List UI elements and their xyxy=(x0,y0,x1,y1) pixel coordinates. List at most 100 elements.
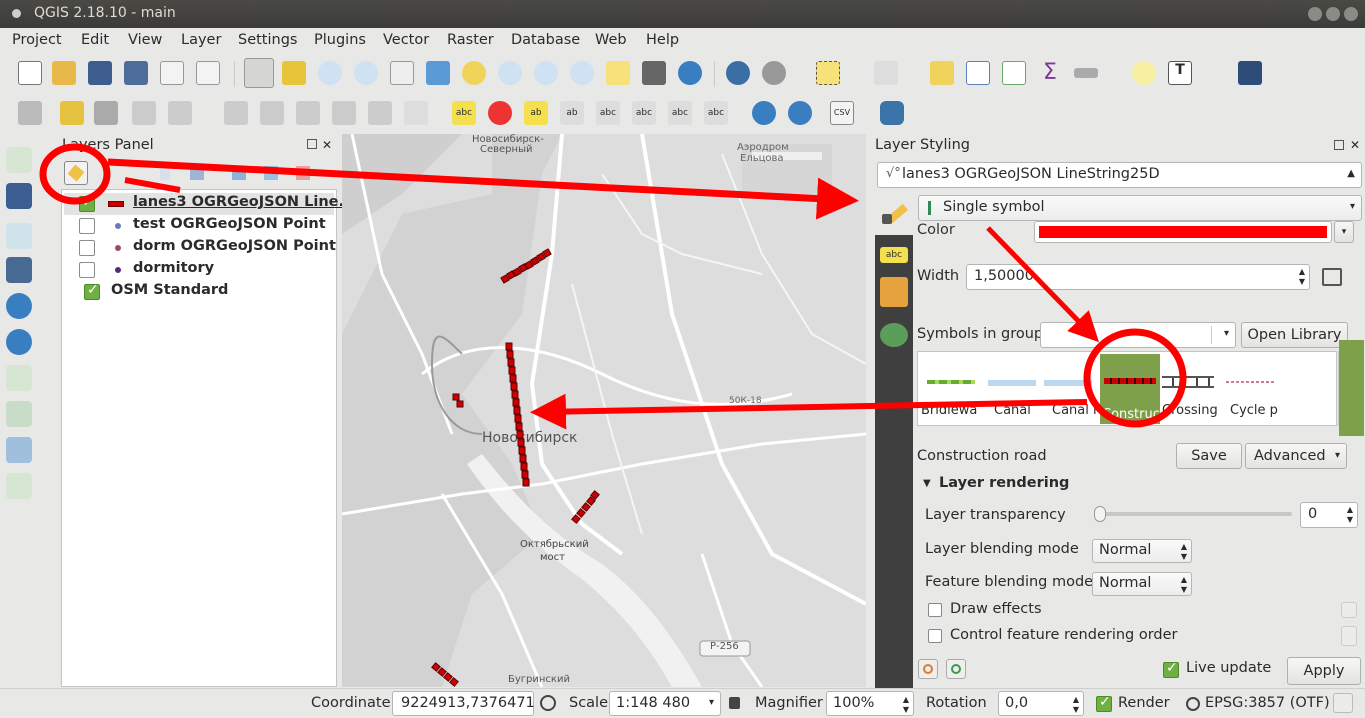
add-wfs-icon[interactable] xyxy=(6,365,32,391)
new-print-composer-icon[interactable] xyxy=(160,61,184,85)
zoom-in-icon[interactable] xyxy=(318,61,342,85)
zoom-to-selection-icon[interactable] xyxy=(462,61,486,85)
refresh-icon[interactable] xyxy=(678,61,702,85)
field-calculator-icon[interactable] xyxy=(1002,61,1026,85)
group-icon[interactable] xyxy=(190,166,204,180)
map-tips-icon[interactable] xyxy=(1132,61,1156,85)
remove-layer-icon[interactable] xyxy=(296,166,310,180)
diagrams-tab-icon[interactable] xyxy=(880,277,908,307)
python-console-icon[interactable] xyxy=(880,101,904,125)
menu-web[interactable]: Web xyxy=(595,32,627,48)
text-annotation-icon[interactable]: T xyxy=(1168,61,1192,85)
add-spatialite-icon[interactable] xyxy=(6,223,32,249)
menu-plugins[interactable]: Plugins xyxy=(314,32,366,48)
toggle-editing-icon[interactable] xyxy=(60,101,84,125)
zoom-full-icon[interactable] xyxy=(426,61,450,85)
layer-name-dorm[interactable]: dorm OGRGeoJSON Point xyxy=(133,238,336,260)
add-delimited-text-icon[interactable] xyxy=(6,401,32,427)
slider-handle[interactable] xyxy=(1094,506,1106,522)
menu-raster[interactable]: Raster xyxy=(447,32,494,48)
renderer-select[interactable]: Single symbol ▾ xyxy=(918,195,1362,221)
add-vector-layer-icon[interactable] xyxy=(6,147,32,173)
diagram-icon[interactable] xyxy=(488,101,512,125)
layer-checkbox-lanes3[interactable] xyxy=(79,194,95,212)
expand-all-icon[interactable] xyxy=(232,166,246,180)
rotation-spinbox[interactable]: 0,0 ▲ ▼ xyxy=(998,691,1084,716)
action-icon[interactable] xyxy=(762,61,786,85)
collapse-triangle-icon[interactable]: ▼ xyxy=(923,478,931,489)
open-layer-styling-button[interactable] xyxy=(64,161,88,185)
pin-labels-icon[interactable]: ab xyxy=(524,101,548,125)
close-window-button[interactable] xyxy=(1344,7,1358,21)
undo-icon[interactable] xyxy=(918,659,938,679)
move-feature-icon[interactable] xyxy=(168,101,192,125)
layer-checkbox-dormitory[interactable] xyxy=(79,262,95,278)
crs-label[interactable]: EPSG:3857 (OTF) xyxy=(1205,695,1330,711)
scale-combo[interactable]: 1:148 480 ▾ xyxy=(609,691,721,716)
color-button[interactable] xyxy=(1034,221,1332,243)
composer-manager-icon[interactable] xyxy=(196,61,220,85)
pan-to-selection-icon[interactable] xyxy=(282,61,306,85)
blending-mode-select[interactable]: Normal ▲ ▼ xyxy=(1092,539,1192,563)
maximize-button[interactable] xyxy=(1326,7,1340,21)
advanced-button[interactable]: Advanced ▾ xyxy=(1245,443,1347,469)
zoom-last-icon[interactable] xyxy=(534,61,558,85)
labels-tab-icon[interactable]: abc xyxy=(880,247,908,263)
menu-database[interactable]: Database xyxy=(511,32,580,48)
width-spinbox[interactable]: 1,50000 ▲ ▼ xyxy=(966,264,1310,290)
attribute-table-icon[interactable] xyxy=(966,61,990,85)
layer-name-osm[interactable]: OSM Standard xyxy=(111,282,228,304)
symbols-group-select[interactable]: ▾ xyxy=(1040,322,1236,348)
add-csv-icon[interactable]: CSV xyxy=(830,101,854,125)
filter-icon[interactable] xyxy=(160,166,170,180)
symbol-tile-canal[interactable]: Canal xyxy=(984,360,1040,422)
menu-help[interactable]: Help xyxy=(646,32,679,48)
save-as-icon[interactable] xyxy=(124,61,148,85)
deselect-icon[interactable] xyxy=(930,61,954,85)
control-order-checkbox[interactable] xyxy=(928,629,942,643)
lock-scale-icon[interactable] xyxy=(729,697,740,709)
close-panel-icon[interactable]: ✕ xyxy=(322,138,332,152)
new-shapefile-icon[interactable] xyxy=(6,473,32,499)
save-edits-icon[interactable] xyxy=(94,101,118,125)
menu-view[interactable]: View xyxy=(128,32,162,48)
show-hide-labels-icon[interactable]: ab xyxy=(560,101,584,125)
help-icon[interactable] xyxy=(1238,61,1262,85)
live-update-checkbox[interactable] xyxy=(1163,660,1179,678)
bookmarks-icon[interactable] xyxy=(642,61,666,85)
save-project-icon[interactable] xyxy=(88,61,112,85)
coordinate-field[interactable]: 9224913,7376471 xyxy=(392,691,535,716)
add-feature-icon[interactable] xyxy=(132,101,156,125)
add-wcs-icon[interactable] xyxy=(788,101,812,125)
label-tool-icon[interactable]: abc xyxy=(452,101,476,125)
transparency-spinbox[interactable]: 0 ▲ ▼ xyxy=(1300,502,1358,528)
symbol-tile-canal-i[interactable]: Canal i xyxy=(1044,360,1100,422)
layer-name-test[interactable]: test OGRGeoJSON Point xyxy=(133,216,326,238)
add-raster-layer-icon[interactable] xyxy=(6,183,32,209)
transparency-slider[interactable] xyxy=(1094,506,1292,522)
zoom-to-layer-icon[interactable] xyxy=(498,61,522,85)
select-by-expression-icon[interactable] xyxy=(874,61,898,85)
add-wms-icon[interactable] xyxy=(752,101,776,125)
crs-globe-icon[interactable] xyxy=(1186,697,1200,711)
change-label-icon[interactable]: abc xyxy=(668,101,692,125)
spin-arrows-icon[interactable]: ▲ ▼ xyxy=(1073,695,1079,715)
minimize-button[interactable] xyxy=(1308,7,1322,21)
add-postgis-icon[interactable] xyxy=(6,257,32,283)
label-properties-icon[interactable]: abc xyxy=(704,101,728,125)
pan-map-icon[interactable] xyxy=(244,58,274,88)
zoom-next-icon[interactable] xyxy=(570,61,594,85)
layer-rendering-header[interactable]: Layer rendering xyxy=(939,475,1069,491)
select-features-icon[interactable] xyxy=(816,61,840,85)
history-tab-icon[interactable] xyxy=(880,323,908,347)
zoom-native-icon[interactable] xyxy=(390,61,414,85)
toggle-extents-icon[interactable] xyxy=(540,695,556,711)
unit-select-icon[interactable] xyxy=(1322,268,1342,286)
layer-checkbox-dorm[interactable] xyxy=(79,240,95,256)
add-virtual-layer-icon[interactable] xyxy=(6,437,32,463)
statistics-icon[interactable]: Σ xyxy=(1038,61,1062,85)
layer-select[interactable]: √° lanes3 OGRGeoJSON LineString25D ▲ xyxy=(877,162,1362,188)
float-panel-icon[interactable] xyxy=(307,139,317,149)
messages-icon[interactable] xyxy=(1333,693,1353,713)
open-library-button[interactable]: Open Library xyxy=(1241,322,1348,348)
